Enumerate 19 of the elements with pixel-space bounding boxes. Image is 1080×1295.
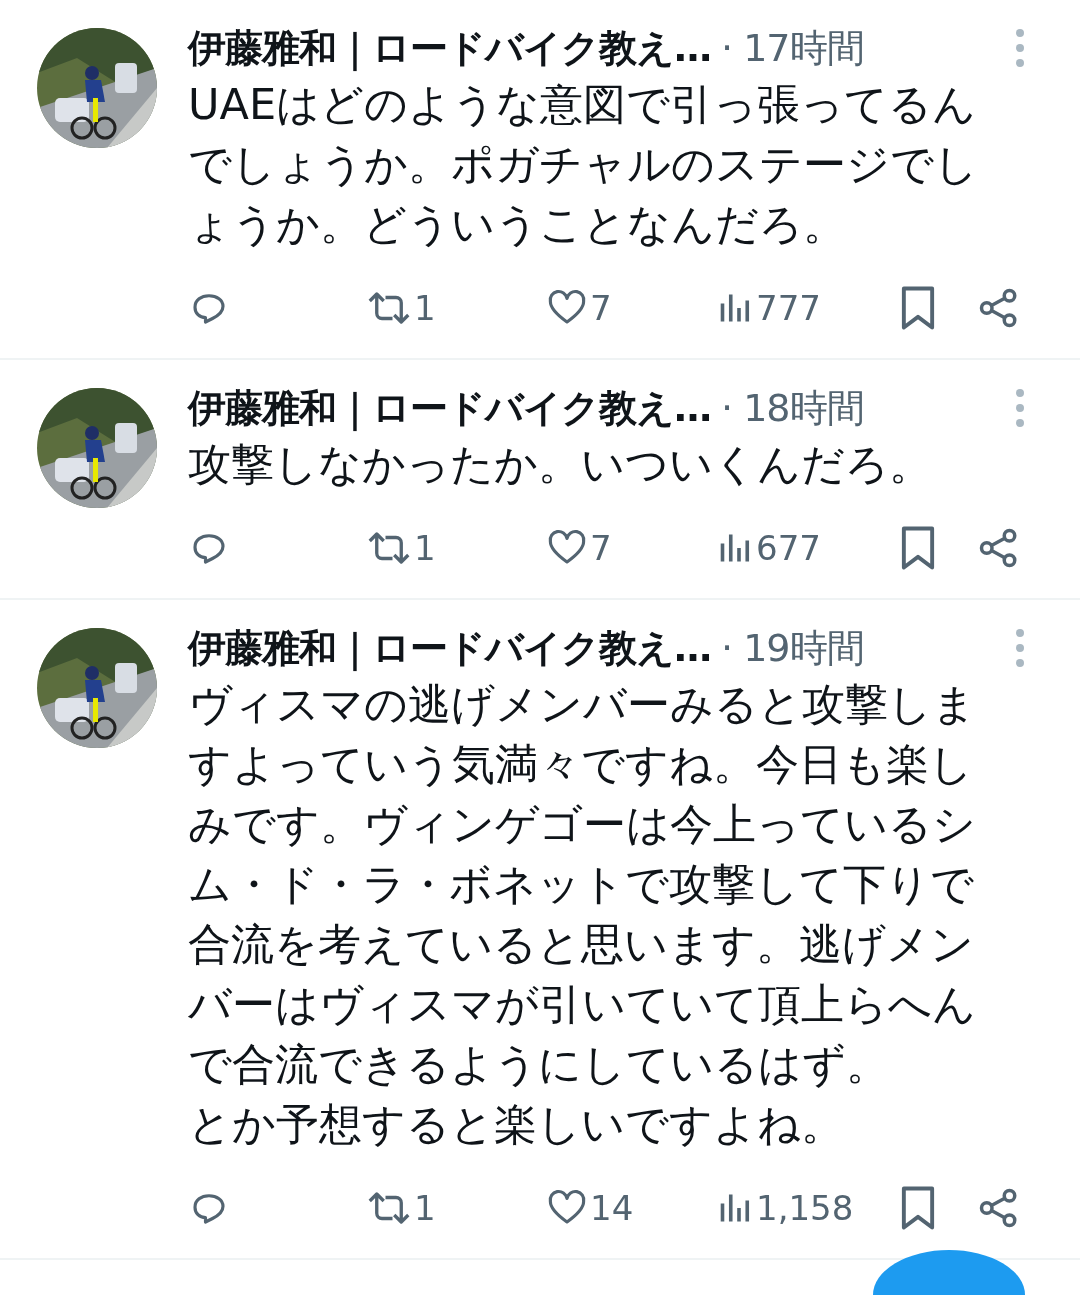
post-text: とか予想すると楽しいですよね。 <box>188 1098 845 1151</box>
view-count: 677 <box>756 528 821 568</box>
like-count: 14 <box>590 1188 634 1228</box>
like-count: 7 <box>590 288 612 328</box>
post-time: · 17時間 <box>721 24 864 72</box>
post-time: · 19時間 <box>721 624 864 672</box>
view-count: 1,158 <box>756 1188 854 1228</box>
post-text: ヴィスマの逃げメンバーみると攻撃しますよっていう気満々ですね。今日も楽しみです。ヴィンゲゴーは今上っているシム・ド・ラ・ボネットで攻撃して下りで合流を考えていると思います。逃げメンバーはヴィスマが引いていて頂上らへんで合流できるようにしているはず。 <box>188 678 977 1091</box>
post-text: UAEはどのような意図で引っ張ってるんでしょうか。ポガチャルのステージでしょうか。どういうことなんだろ。 <box>188 78 979 251</box>
view-count: 777 <box>756 288 821 328</box>
retweet-count: 1 <box>414 1188 436 1228</box>
author-name[interactable]: 伊藤雅和｜ロードバイク教え… <box>188 622 711 674</box>
post-text: 攻撃しなかったか。いついくんだろ。 <box>188 438 933 491</box>
retweet-count: 1 <box>414 288 436 328</box>
author-name[interactable]: 伊藤雅和｜ロードバイク教え… <box>188 382 711 434</box>
author-name[interactable]: 伊藤雅和｜ロードバイク教え… <box>188 22 711 74</box>
like-count: 7 <box>590 528 612 568</box>
retweet-count: 1 <box>414 528 436 568</box>
post-time: · 18時間 <box>721 384 864 432</box>
